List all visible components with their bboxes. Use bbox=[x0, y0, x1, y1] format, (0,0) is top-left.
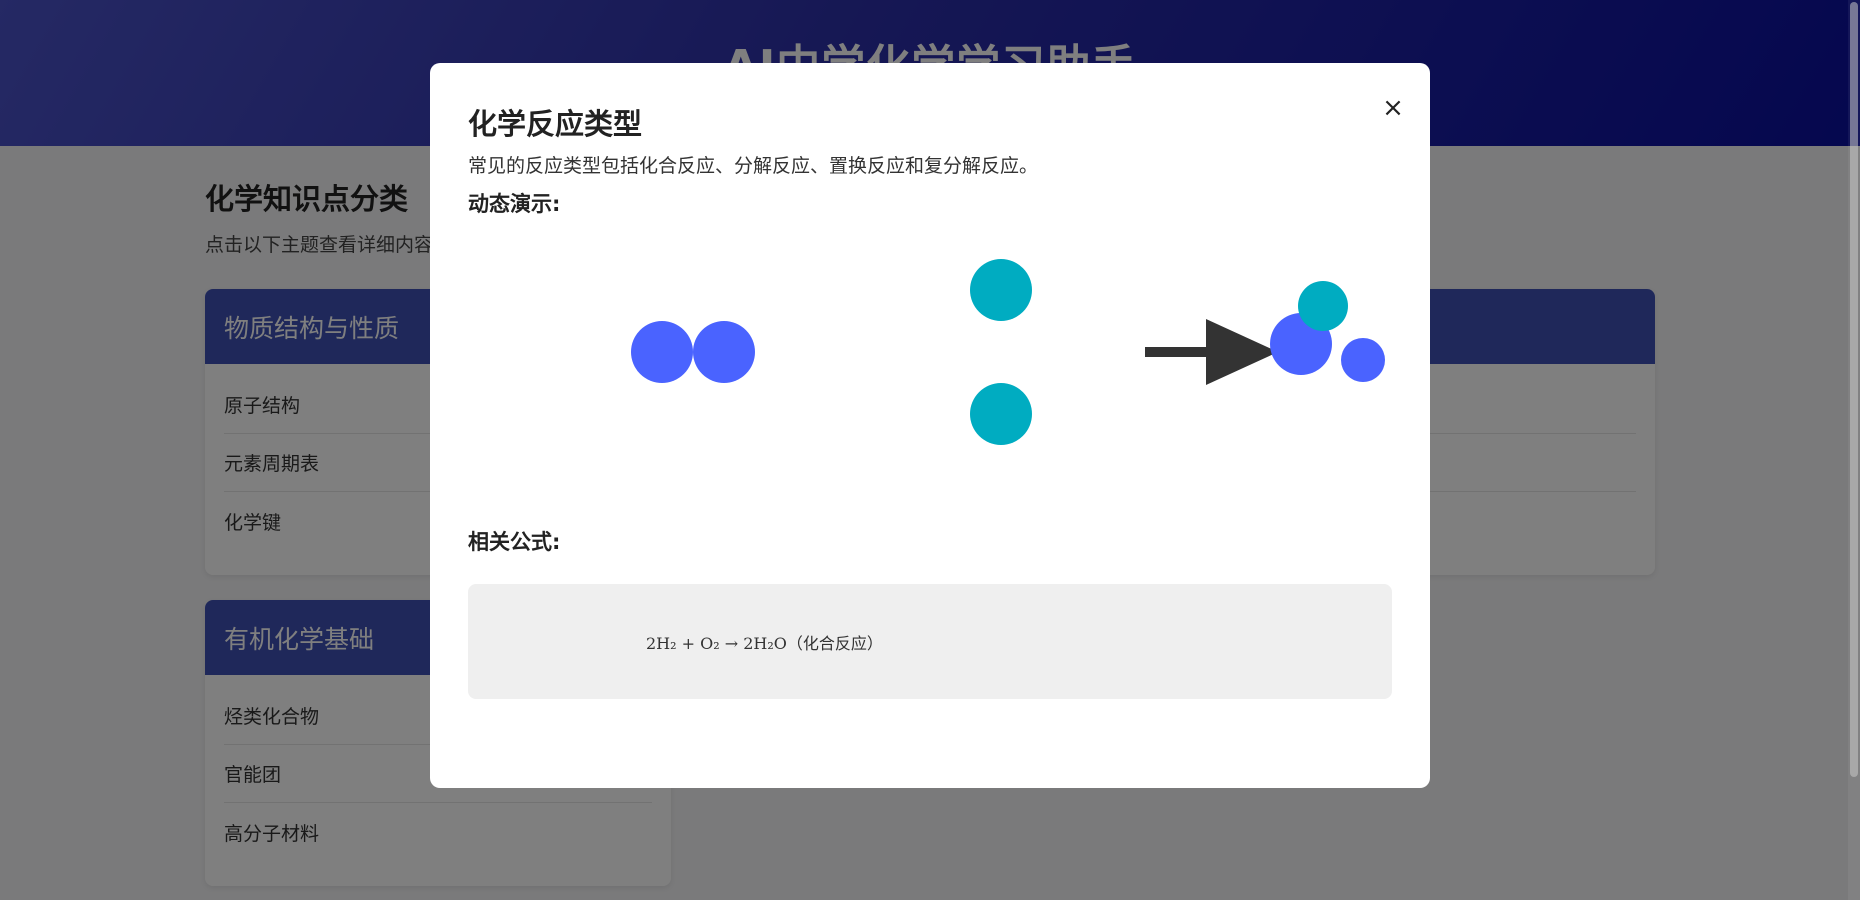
close-icon[interactable]: × bbox=[1378, 93, 1408, 123]
modal-title: 化学反应类型 bbox=[468, 107, 643, 141]
reaction-svg bbox=[631, 259, 1385, 445]
page-scrollbar[interactable] bbox=[1848, 0, 1860, 900]
scrollbar-thumb[interactable] bbox=[1850, 2, 1858, 777]
oxygen-atom bbox=[970, 383, 1032, 445]
reaction-animation bbox=[468, 222, 1392, 522]
app-root: AI中学化学学习助手 化学知识点分类 点击以下主题查看详细内容 物质结构与性质 … bbox=[0, 0, 1860, 900]
formula-text: 2H₂ + O₂ → 2H₂O（化合反应） bbox=[646, 633, 883, 653]
modal-description: 常见的反应类型包括化合反应、分解反应、置换反应和复分解反应。 bbox=[468, 155, 1039, 177]
hydrogen-atom bbox=[1341, 338, 1385, 382]
hydrogen-atom bbox=[693, 321, 755, 383]
formula-label: 相关公式: bbox=[468, 530, 561, 554]
hydrogen-atom bbox=[631, 321, 693, 383]
formula-box: 2H₂ + O₂ → 2H₂O（化合反应） bbox=[468, 584, 1392, 699]
oxygen-atom bbox=[970, 259, 1032, 321]
reaction-arrow-head bbox=[1206, 319, 1278, 385]
oxygen-atom bbox=[1298, 281, 1348, 331]
demo-label: 动态演示: bbox=[468, 192, 561, 216]
topic-modal: × 化学反应类型 常见的反应类型包括化合反应、分解反应、置换反应和复分解反应。 … bbox=[430, 63, 1430, 788]
